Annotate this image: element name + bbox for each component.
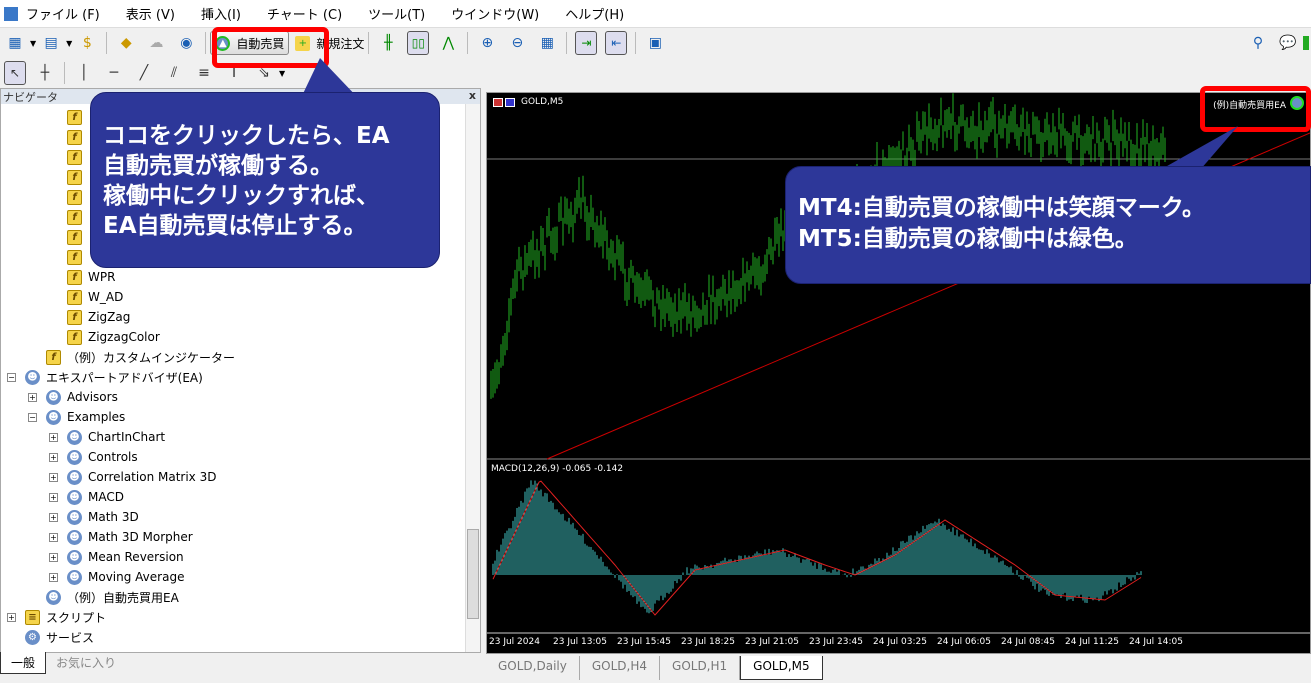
right-callout-pointer [1160,126,1238,170]
callout-line: EA自動売買は停止する。 [103,213,367,239]
callout-line: MT4:自動売買の稼働中は笑顔マーク。 [798,195,1205,221]
callout-line: 稼働中にクリックすれば、 [103,183,379,209]
callout-line: MT5:自動売買の稼働中は緑色。 [798,226,1138,252]
left-callout: ココをクリックしたら、EA 自動売買が稼働する。 稼働中にクリックすれば、 EA… [90,92,440,268]
right-callout: MT4:自動売買の稼働中は笑顔マーク。 MT5:自動売買の稼働中は緑色。 [785,166,1311,284]
callout-line: ココをクリックしたら、EA [103,123,390,149]
callout-line: 自動売買が稼働する。 [103,153,333,179]
